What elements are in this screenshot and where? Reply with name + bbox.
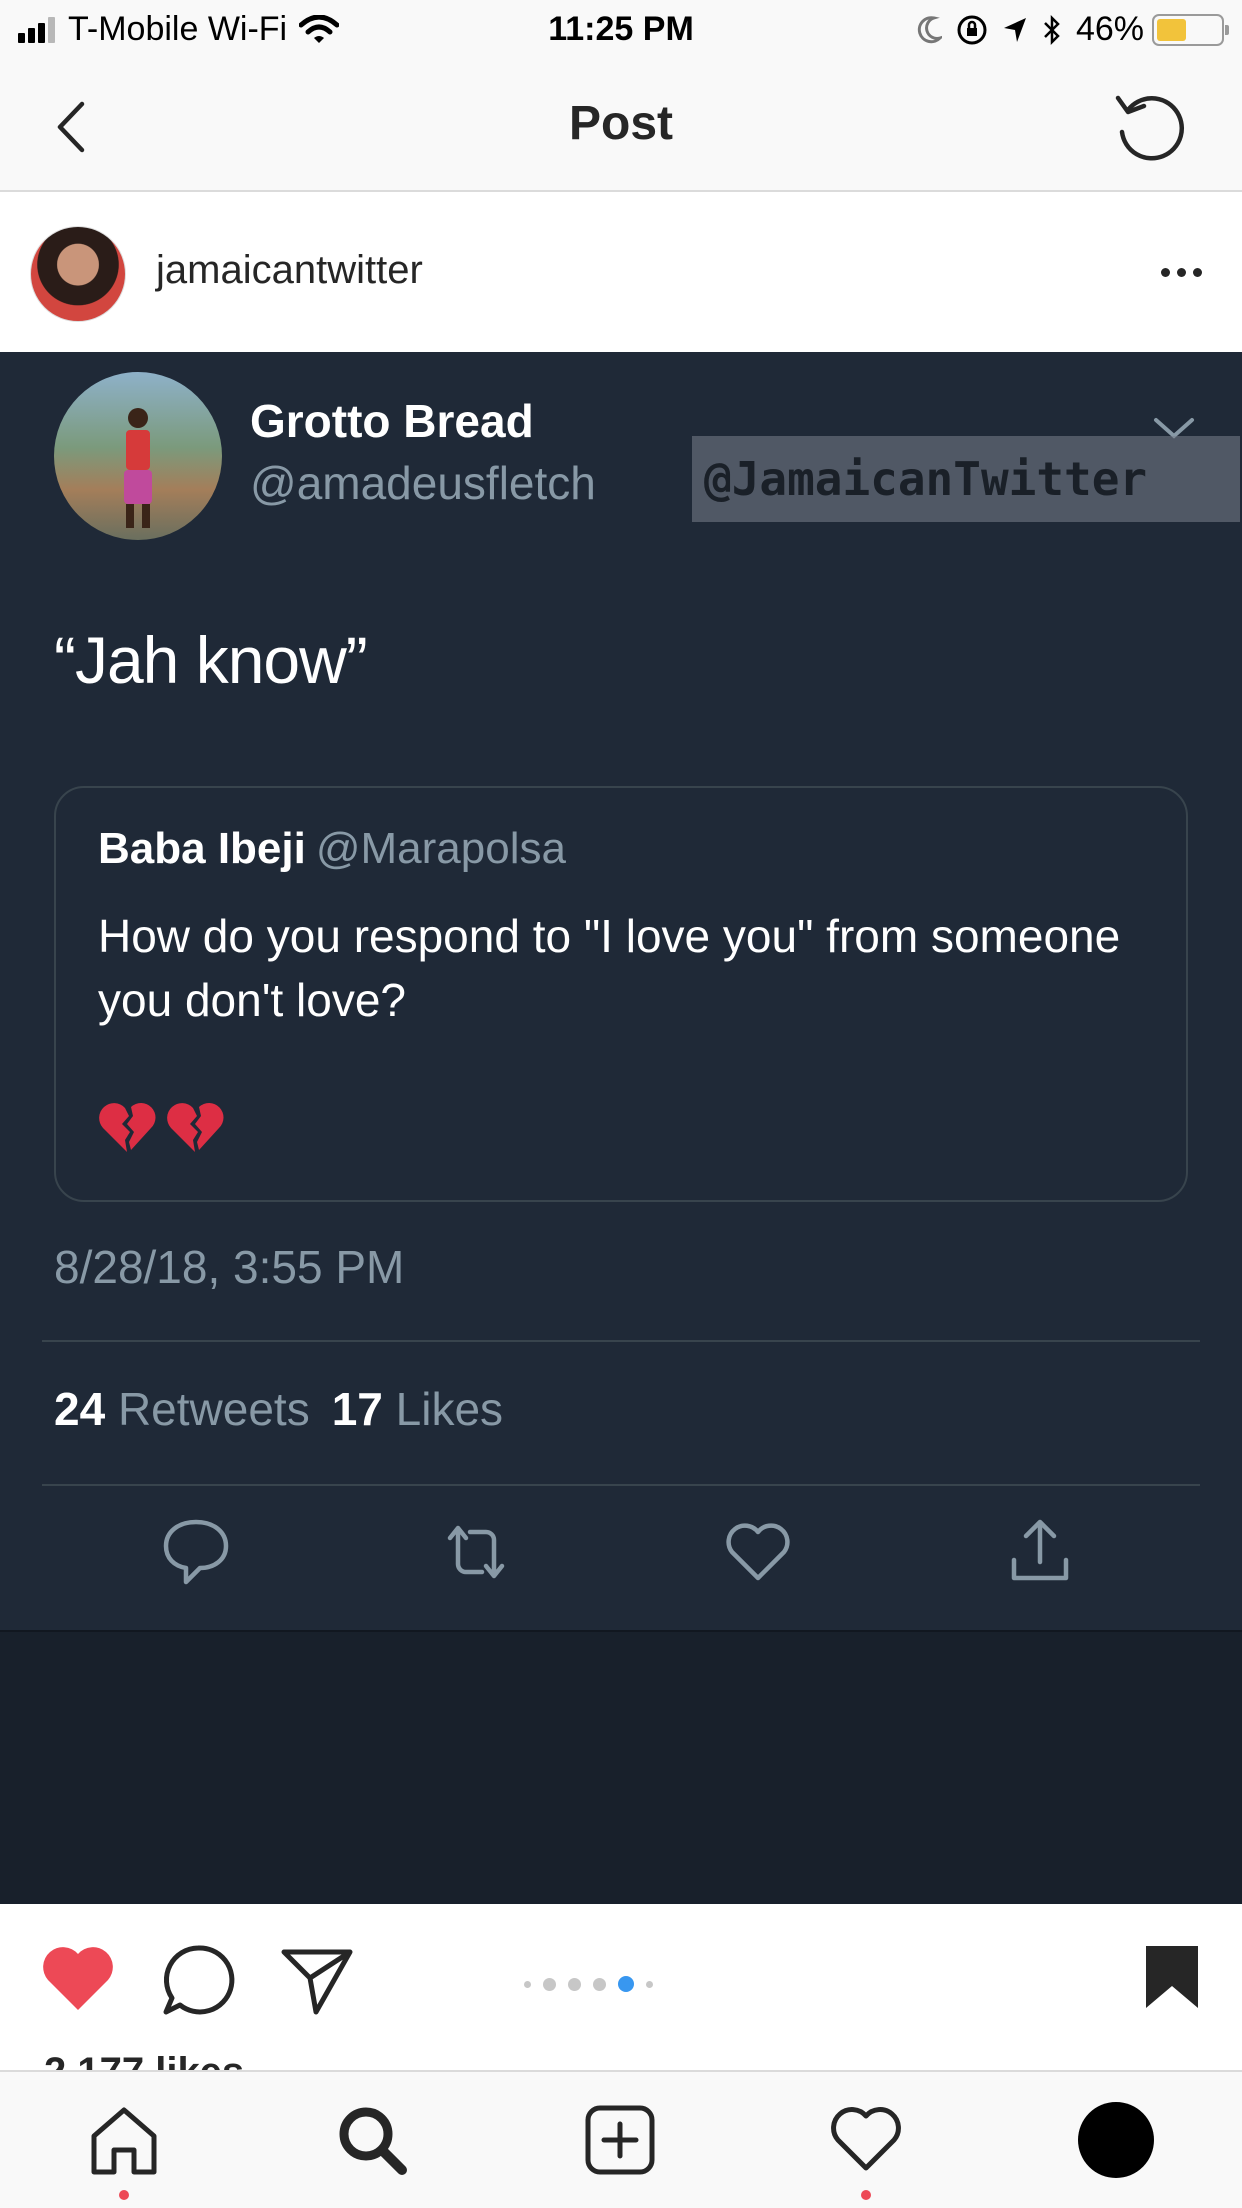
search-icon[interactable]	[334, 2102, 410, 2178]
carousel-dot	[618, 1976, 634, 1992]
quoted-tweet-header: Baba Ibeji @Marapolsa	[98, 824, 566, 874]
carousel-dot	[593, 1977, 606, 1991]
battery-icon	[1152, 13, 1229, 46]
liked-heart-icon[interactable]	[40, 1944, 116, 2014]
tweet-date: 8/28/18, 3:55 PM	[54, 1241, 405, 1293]
profile-avatar-icon[interactable]	[1078, 2102, 1154, 2178]
post-image[interactable]: Grotto Bread @amadeusfletch @JamaicanTwi…	[0, 352, 1242, 1904]
avatar[interactable]	[30, 226, 126, 322]
refresh-icon[interactable]	[1110, 88, 1190, 168]
post-actions	[0, 1904, 1242, 2064]
direct-message-icon[interactable]	[278, 1942, 356, 2018]
watermark: @JamaicanTwitter	[692, 436, 1240, 522]
new-post-icon[interactable]	[582, 2102, 658, 2178]
quoted-tweet: Baba Ibeji @Marapolsa How do you respond …	[54, 786, 1188, 1202]
retweets-label: Retweets	[117, 1383, 310, 1435]
bluetooth-icon	[1042, 14, 1062, 46]
share-icon	[1011, 1519, 1069, 1581]
carousel-dot	[543, 1977, 556, 1991]
retweet-icon	[447, 1525, 505, 1579]
reply-icon	[163, 1519, 229, 1585]
likes-count: 17	[331, 1383, 383, 1435]
tweet-author-handle: @amadeusfletch	[250, 457, 596, 509]
status-right: 46%	[902, 10, 1229, 49]
like-icon	[726, 1523, 790, 1581]
tweet-actions	[0, 1512, 1242, 1592]
home-icon[interactable]	[86, 2102, 162, 2178]
tab-bar	[0, 2070, 1242, 2208]
tweet-author-name: Grotto Bread	[250, 395, 534, 447]
broken-heart-icon	[99, 1103, 156, 1152]
nav-bar: Post	[0, 62, 1242, 192]
tweet-stats: 24 Retweets 17 Likes	[54, 1382, 503, 1436]
retweets-count: 24	[54, 1383, 106, 1435]
location-arrow-icon	[1002, 16, 1028, 44]
carousel-dot	[568, 1977, 581, 1991]
battery-percent: 46%	[1075, 10, 1144, 48]
comment-icon[interactable]	[160, 1942, 236, 2018]
tweet-card: Grotto Bread @amadeusfletch @JamaicanTwi…	[0, 352, 1242, 1632]
carousel-dot	[646, 1980, 653, 1988]
bookmark-icon[interactable]	[1144, 1944, 1200, 2010]
tweet-author-avatar	[54, 372, 222, 540]
divider	[42, 1484, 1200, 1486]
post-username[interactable]: jamaicantwitter	[156, 248, 423, 293]
quoted-author-name: Baba Ibeji	[98, 824, 306, 873]
likes-count[interactable]: 2,177 likes	[44, 2046, 244, 2072]
person-figure	[124, 408, 152, 528]
activity-heart-icon[interactable]	[828, 2102, 904, 2178]
quoted-tweet-text: How do you respond to "I love you" from …	[98, 910, 1121, 1026]
divider	[42, 1340, 1200, 1342]
broken-heart-emoji	[98, 1100, 234, 1154]
broken-heart-icon	[167, 1103, 224, 1152]
post-header: jamaicantwitter	[0, 192, 1242, 352]
home-notification-dot	[119, 2190, 129, 2200]
quoted-author-handle: @Marapolsa	[315, 824, 566, 873]
status-bar: T-Mobile Wi-Fi 11:25 PM 46%	[0, 0, 1242, 62]
more-options-icon[interactable]	[1154, 268, 1202, 277]
moon-icon	[916, 15, 942, 44]
tweet-text: “Jah know”	[54, 623, 368, 697]
activity-notification-dot	[861, 2190, 871, 2200]
page-title: Post	[568, 97, 673, 150]
carousel-dot	[524, 1980, 531, 1988]
carousel-indicator	[524, 1976, 665, 1992]
orientation-lock-icon	[956, 14, 988, 46]
likes-label: Likes	[395, 1383, 504, 1435]
battery-fill	[1157, 18, 1186, 41]
